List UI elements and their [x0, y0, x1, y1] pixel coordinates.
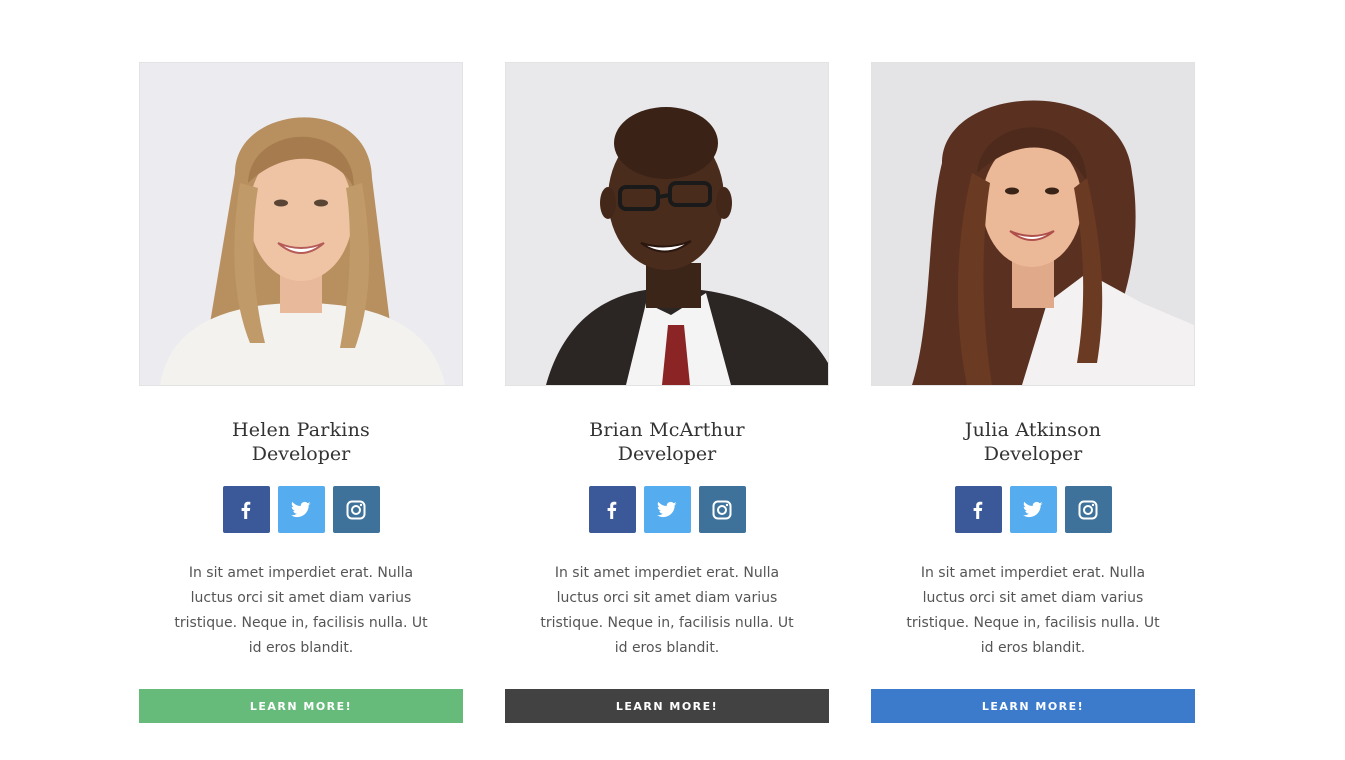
member-photo — [139, 62, 463, 386]
team-card: Julia Atkinson Developer In sit amet imp… — [871, 62, 1195, 723]
member-role: Developer — [617, 443, 717, 465]
instagram-button[interactable] — [1064, 486, 1112, 533]
team-card: Helen Parkins Developer In sit amet impe… — [139, 62, 463, 723]
member-role: Developer — [251, 443, 351, 465]
member-photo — [871, 62, 1195, 386]
twitter-button[interactable] — [1009, 486, 1057, 533]
facebook-button[interactable] — [588, 486, 636, 533]
twitter-icon — [657, 501, 677, 517]
team-card: Brian McArthur Developer In sit amet imp… — [505, 62, 829, 723]
learn-more-button[interactable]: LEARN MORE! — [871, 689, 1195, 723]
member-bio: In sit amet imperdiet erat. Nulla luctus… — [906, 565, 1160, 656]
twitter-icon — [291, 501, 311, 517]
social-links — [871, 486, 1195, 533]
instagram-icon — [346, 500, 366, 519]
facebook-icon — [973, 501, 983, 519]
instagram-icon — [712, 500, 732, 519]
member-photo — [505, 62, 829, 386]
member-bio: In sit amet imperdiet erat. Nulla luctus… — [174, 565, 428, 656]
member-role: Developer — [983, 443, 1083, 465]
social-links — [505, 486, 829, 533]
member-name: Brian McArthur — [589, 419, 745, 441]
twitter-button[interactable] — [643, 486, 691, 533]
team-section: Helen Parkins Developer In sit amet impe… — [0, 0, 1345, 760]
facebook-icon — [607, 501, 617, 519]
facebook-icon — [241, 501, 251, 519]
twitter-button[interactable] — [277, 486, 325, 533]
instagram-button[interactable] — [332, 486, 380, 533]
instagram-button[interactable] — [698, 486, 746, 533]
instagram-icon — [1078, 500, 1098, 519]
twitter-icon — [1023, 501, 1043, 517]
member-bio: In sit amet imperdiet erat. Nulla luctus… — [540, 565, 794, 656]
learn-more-button[interactable]: LEARN MORE! — [505, 689, 829, 723]
member-name: Julia Atkinson — [964, 419, 1102, 441]
learn-more-button[interactable]: LEARN MORE! — [139, 689, 463, 723]
facebook-button[interactable] — [222, 486, 270, 533]
member-name: Helen Parkins — [232, 419, 370, 441]
social-links — [139, 486, 463, 533]
facebook-button[interactable] — [954, 486, 1002, 533]
